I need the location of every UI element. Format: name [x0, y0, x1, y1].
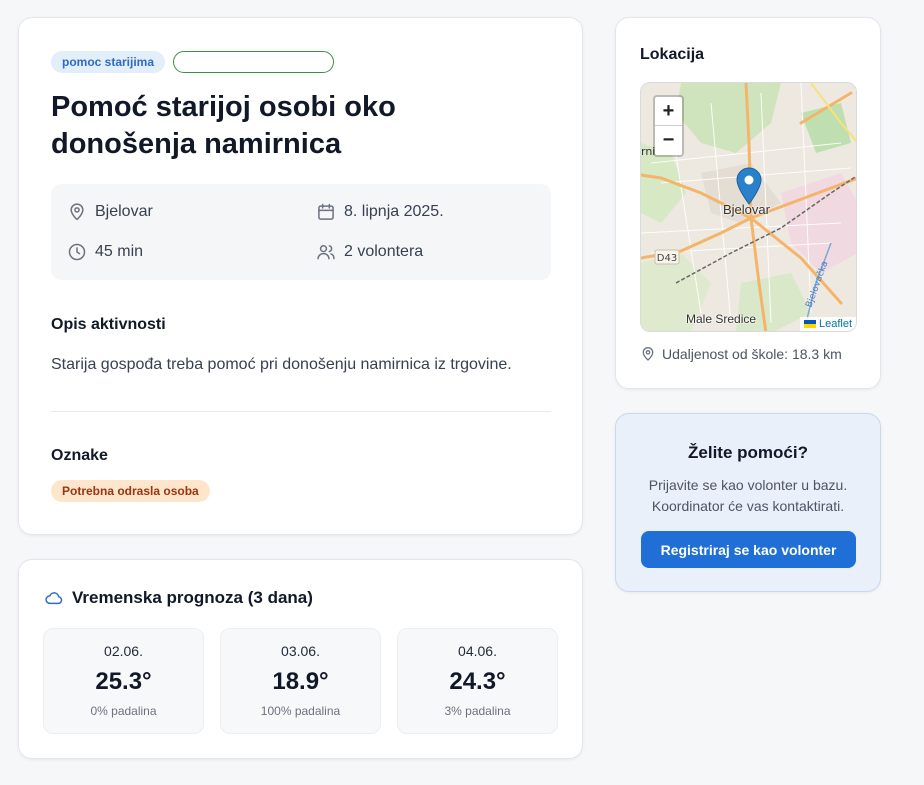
badge-row: pomoc starijima: [51, 51, 335, 73]
meta-location: Bjelovar: [67, 202, 153, 222]
forecast-temp: 25.3°: [95, 668, 152, 695]
road-label: D43: [657, 253, 677, 264]
divider: [51, 411, 551, 412]
forecast-date: 03.06.: [281, 643, 320, 659]
weather-card: Vremenska prognoza (3 dana) 02.06. 25.3°…: [18, 559, 583, 759]
cloud-icon: [45, 592, 63, 605]
tag-badge: Potrebna odrasla osoba: [51, 480, 210, 502]
forecast-rain: 0% padalina: [90, 704, 157, 718]
map-village-label: Male Sredice: [686, 312, 757, 326]
distance-text: Udaljenost od škole: 18.3 km: [662, 346, 842, 362]
description-text: Starija gospođa treba pomoć pri donošenj…: [51, 356, 512, 373]
attribution-link[interactable]: Leaflet: [819, 318, 852, 330]
weather-heading: Vremenska prognoza (3 dana): [72, 588, 313, 607]
tags-heading: Oznake: [51, 447, 108, 464]
map-attribution[interactable]: Leaflet: [799, 317, 856, 331]
category-badge: pomoc starijima: [51, 51, 166, 73]
clock-icon: [68, 243, 86, 261]
cta-title: Želite pomoći?: [688, 443, 808, 462]
meta-duration: 45 min: [67, 242, 143, 262]
calendar-icon: [318, 203, 334, 220]
forecast-temp: 24.3°: [449, 668, 506, 695]
meta-volunteers-text: 2 volontera: [344, 243, 424, 260]
location-heading: Lokacija: [640, 46, 705, 63]
map-marker-icon[interactable]: [736, 167, 762, 205]
forecast-rain: 3% padalina: [444, 704, 511, 718]
page-title: Pomoć starijoj osobi oko donošenja namir…: [51, 91, 396, 160]
cta-text: Prijavite se kao volonter u bazu. Koordi…: [616, 475, 880, 517]
description-heading: Opis aktivnosti: [51, 316, 166, 333]
map-pin-icon: [642, 347, 654, 361]
activity-card: pomoc starijima Pomoć starijoj osobi oko…: [18, 17, 583, 535]
meta-location-text: Bjelovar: [95, 203, 153, 220]
zoom-in-button[interactable]: +: [655, 97, 682, 126]
activity-meta: Bjelovar 8. lipnja 2025. 45 min 2 volont…: [51, 184, 551, 280]
forecast-day: 03.06. 18.9° 100% padalina: [220, 628, 381, 734]
forecast-day: 02.06. 25.3° 0% padalina: [43, 628, 204, 734]
zoom-control: + −: [653, 95, 684, 157]
zoom-out-button[interactable]: −: [655, 126, 682, 155]
map-city-label: Bjelovar: [723, 202, 770, 217]
cta-text-line: Prijavite se kao volonter u bazu.: [648, 477, 848, 493]
forecast-date: 04.06.: [458, 643, 497, 659]
location-card: Lokacija D43 rni Bjelovačka Bjelovar Mal…: [615, 17, 881, 389]
weather-header: Vremenska prognoza (3 dana): [44, 588, 313, 608]
volunteer-cta-card: Želite pomoći? Prijavite se kao volonter…: [615, 413, 881, 592]
meta-date-text: 8. lipnja 2025.: [344, 203, 444, 220]
location-map[interactable]: D43 rni Bjelovačka Bjelovar Male Sredice…: [640, 82, 857, 332]
map-pin-icon: [70, 203, 84, 221]
users-icon: [317, 245, 335, 260]
forecast-day: 04.06. 24.3° 3% padalina: [397, 628, 558, 734]
distance-info: Udaljenost od škole: 18.3 km: [640, 346, 842, 362]
register-volunteer-button[interactable]: Registriraj se kao volonter: [641, 531, 856, 568]
meta-date: 8. lipnja 2025.: [316, 202, 444, 222]
cta-text-line: Koordinator će vas kontaktirati.: [651, 498, 845, 514]
meta-volunteers: 2 volontera: [316, 242, 423, 262]
forecast-date: 02.06.: [104, 643, 143, 659]
ukraine-flag-icon: [803, 320, 816, 328]
forecast-temp: 18.9°: [272, 668, 329, 695]
forecast-rain: 100% padalina: [260, 704, 341, 718]
status-badge: [173, 51, 335, 73]
meta-duration-text: 45 min: [95, 243, 144, 260]
